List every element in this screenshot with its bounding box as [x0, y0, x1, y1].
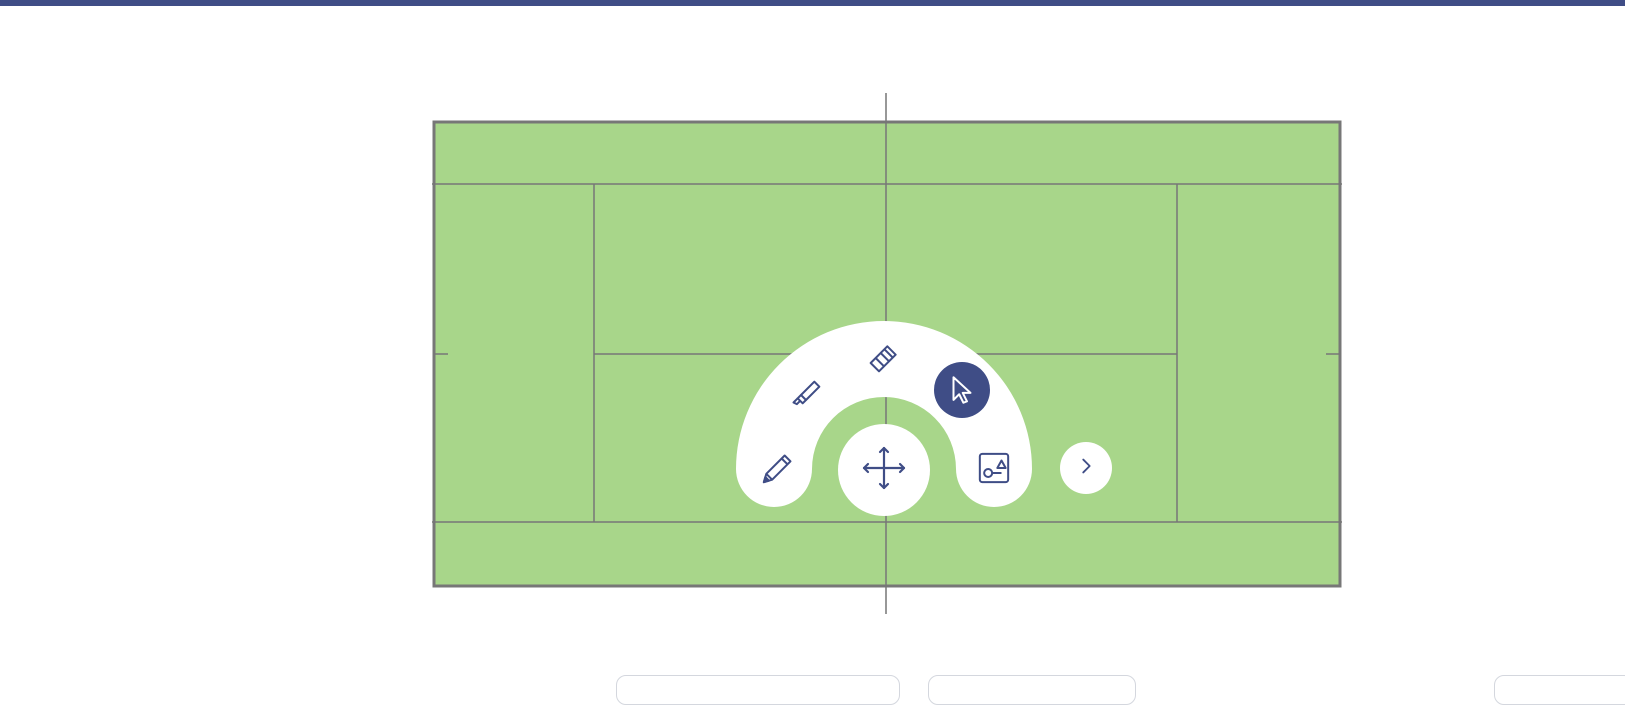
- tool-pencil[interactable]: [752, 442, 804, 494]
- move-handle[interactable]: [838, 424, 930, 516]
- tool-eraser[interactable]: [858, 332, 910, 384]
- cursor-icon: [945, 373, 979, 407]
- chevron-right-icon: [1075, 455, 1097, 482]
- tool-select[interactable]: [934, 362, 990, 418]
- expand-toolbar-button[interactable]: [1060, 442, 1112, 494]
- marker-icon: [786, 370, 826, 410]
- eraser-icon: [864, 338, 904, 378]
- pencil-icon: [758, 448, 798, 488]
- radial-toolbar: [736, 321, 1032, 507]
- tool-marker[interactable]: [780, 364, 832, 416]
- move-arrows-icon: [860, 444, 908, 497]
- shapes-icon: [974, 448, 1014, 488]
- tool-shapes[interactable]: [968, 442, 1020, 494]
